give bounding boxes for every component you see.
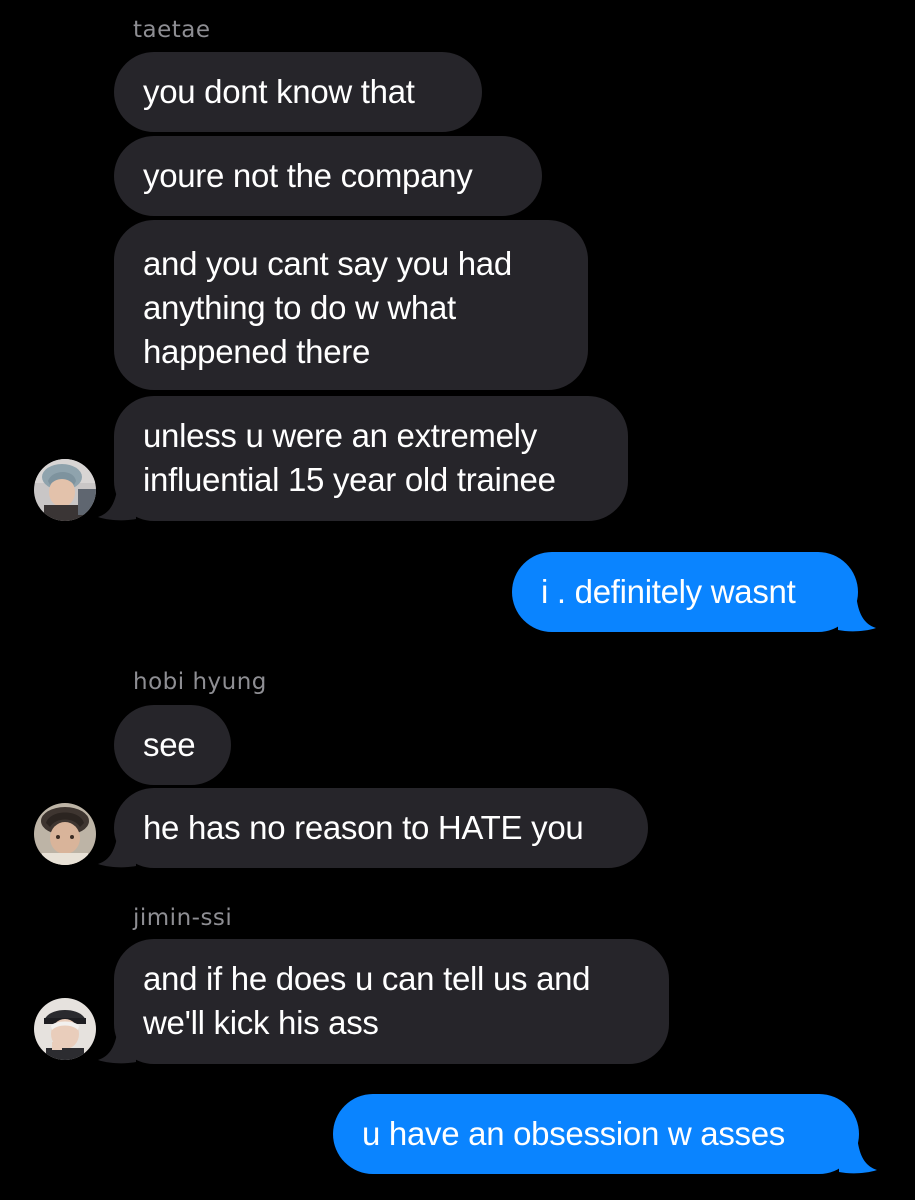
message-text: see [143, 726, 196, 763]
incoming-message[interactable]: you dont know that [114, 52, 482, 132]
message-text: we'll kick his ass [143, 1004, 379, 1041]
incoming-message[interactable]: he has no reason to HATE you [114, 788, 648, 868]
contact-avatar-hobi-icon[interactable] [34, 803, 96, 865]
incoming-message[interactable]: youre not the company [114, 136, 542, 216]
outgoing-message[interactable]: i . definitely wasnt [512, 552, 858, 632]
outgoing-message[interactable]: u have an obsession w asses [333, 1094, 859, 1174]
incoming-message[interactable]: and if he does u can tell us and we'll k… [114, 939, 669, 1064]
message-text: he has no reason to HATE you [143, 809, 584, 846]
contact-avatar-taetae-icon[interactable] [34, 459, 96, 521]
message-text: i . definitely wasnt [541, 573, 796, 610]
sender-name: hobi hyung [133, 669, 267, 695]
message-text: you dont know that [143, 73, 415, 110]
sender-name: jimin-ssi [133, 905, 233, 931]
contact-avatar-jimin-icon[interactable] [34, 998, 96, 1060]
sender-name: taetae [133, 17, 211, 43]
incoming-message[interactable]: and you cant say you had anything to do … [114, 220, 588, 390]
message-text: happened there [143, 333, 371, 370]
incoming-message[interactable]: see [114, 705, 231, 785]
message-text: youre not the company [143, 157, 473, 194]
message-text: u have an obsession w asses [362, 1115, 785, 1152]
message-text: anything to do w what [143, 289, 456, 326]
message-text: and you cant say you had [143, 245, 512, 282]
incoming-message[interactable]: unless u were an extremely influential 1… [114, 396, 628, 521]
message-text: influential 15 year old trainee [143, 461, 556, 498]
message-thread: taetae you dont know that youre not the … [0, 0, 915, 1200]
message-text: unless u were an extremely [143, 417, 537, 454]
message-text: and if he does u can tell us and [143, 960, 591, 997]
